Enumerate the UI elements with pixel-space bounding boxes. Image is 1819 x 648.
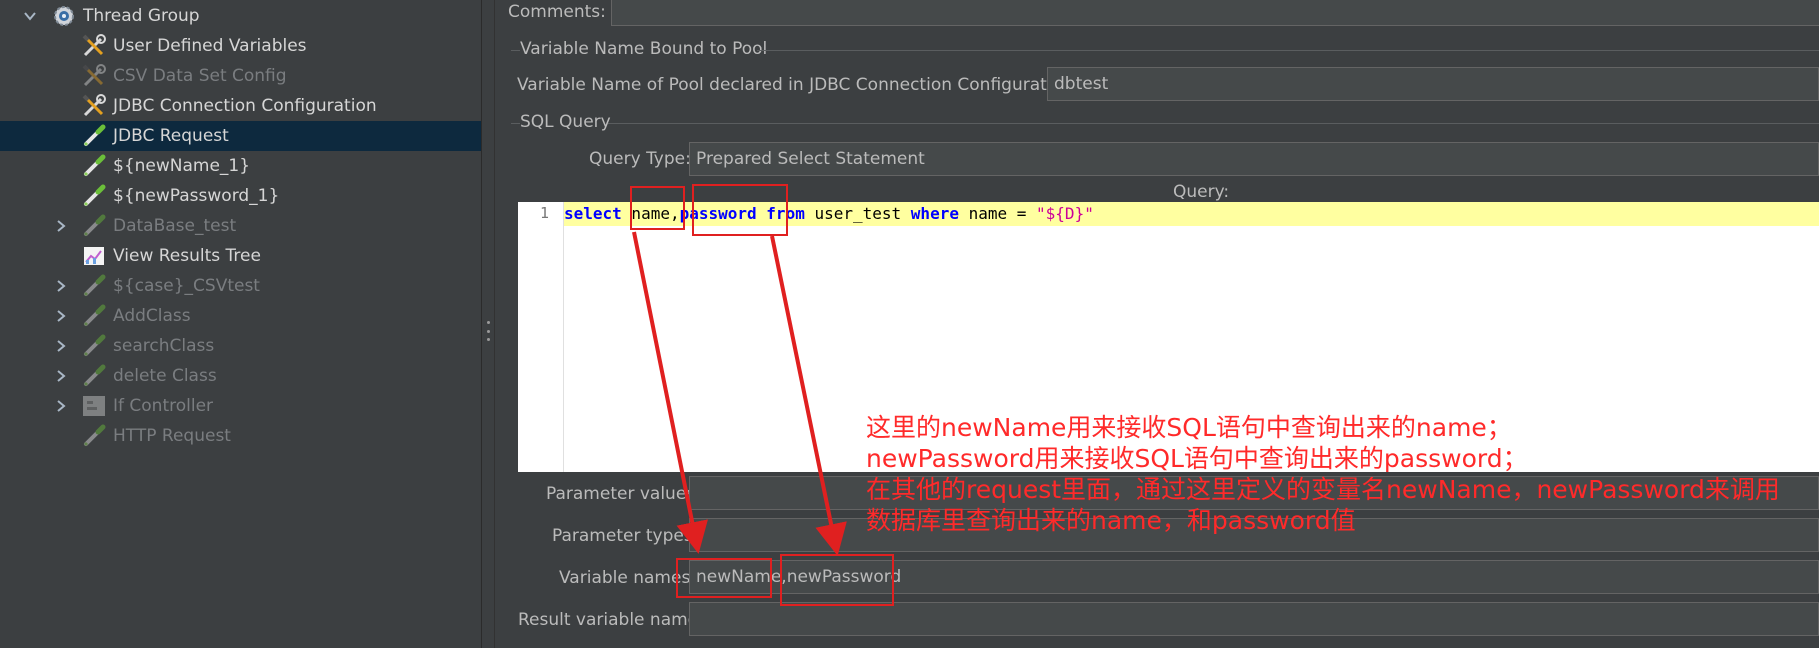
- result-variable-field[interactable]: [689, 602, 1819, 636]
- highlight-password-box: [692, 184, 788, 236]
- tree-item[interactable]: CSV Data Set Config: [0, 61, 481, 91]
- pipette-icon: [80, 422, 108, 450]
- pipette-icon: [80, 212, 108, 240]
- pool-group-line-right: [757, 50, 1819, 51]
- chart-icon: [80, 242, 108, 270]
- sql-group-line-right: [608, 123, 1819, 124]
- line-number: 1: [539, 204, 549, 222]
- tree-item[interactable]: ${newPassword_1}: [0, 181, 481, 211]
- splitter-grip-icon[interactable]: [485, 321, 491, 341]
- pipette-icon: [80, 332, 108, 360]
- pool-name-field[interactable]: dbtest: [1047, 67, 1819, 101]
- sql-group-line-left: [511, 123, 520, 124]
- result-variable-label: Result variable name:: [518, 610, 704, 630]
- wrench-screwdriver-icon: [80, 92, 108, 120]
- highlight-newname-box: [676, 558, 772, 598]
- tree-item-label: AddClass: [113, 306, 191, 326]
- tree-item[interactable]: HTTP Request: [0, 421, 481, 451]
- chevron-right-icon[interactable]: [54, 279, 68, 293]
- tree-item[interactable]: AddClass: [0, 301, 481, 331]
- pool-group-line-left: [511, 50, 520, 51]
- tree-item-label: HTTP Request: [113, 426, 231, 446]
- tree-item[interactable]: ${newName_1}: [0, 151, 481, 181]
- annotation-line: newPassword用来接收SQL语句中查询出来的password；: [866, 444, 1528, 473]
- pipette-icon: [80, 362, 108, 390]
- tree-item[interactable]: User Defined Variables: [0, 31, 481, 61]
- code-gutter: 1: [518, 202, 564, 472]
- tree-item-label: CSV Data Set Config: [113, 66, 287, 86]
- tree-item[interactable]: delete Class: [0, 361, 481, 391]
- tree-item[interactable]: JDBC Connection Configuration: [0, 91, 481, 121]
- pipette-icon: [80, 272, 108, 300]
- tree-item-label: ${newName_1}: [113, 156, 251, 176]
- pool-name-label: Variable Name of Pool declared in JDBC C…: [517, 75, 1079, 95]
- tree-item-label: delete Class: [113, 366, 217, 386]
- comments-field[interactable]: [611, 0, 1819, 26]
- pipette-icon: [80, 182, 108, 210]
- annotation-line: 在其他的request里面，通过这里定义的变量名newName，newPassw…: [866, 475, 1780, 504]
- tree-item-label: JDBC Connection Configuration: [113, 96, 377, 116]
- sql-text: user_test: [804, 204, 911, 223]
- tree-item-label: View Results Tree: [113, 246, 261, 266]
- annotation-note: 这里的newName用来接收SQL语句中查询出来的name； newPasswo…: [866, 412, 1780, 536]
- tree-item-label: ${case}_CSVtest: [113, 276, 260, 296]
- tree-item[interactable]: JDBC Request: [0, 121, 481, 151]
- tree-item-label: DataBase_test: [113, 216, 237, 236]
- parameter-types-label: Parameter types:: [552, 526, 699, 546]
- pool-group-title: Variable Name Bound to Pool: [520, 39, 768, 59]
- tree-item-label: JDBC Request: [113, 126, 229, 146]
- tree-item-label: searchClass: [113, 336, 215, 356]
- pipette-icon: [80, 302, 108, 330]
- highlight-newpassword-box: [780, 554, 894, 606]
- tree-item-label: Thread Group: [83, 6, 200, 26]
- sql-string: "${D}": [1036, 204, 1094, 223]
- tree-item-label: ${newPassword_1}: [113, 186, 280, 206]
- sql-keyword: where: [910, 204, 959, 223]
- gear-icon: [50, 2, 78, 30]
- panel-splitter[interactable]: [482, 0, 495, 648]
- tree-item[interactable]: searchClass: [0, 331, 481, 361]
- pipette-icon: [80, 122, 108, 150]
- query-label: Query:: [1173, 182, 1230, 202]
- tree-item[interactable]: Thread Group: [0, 1, 481, 31]
- chevron-right-icon[interactable]: [54, 399, 68, 413]
- wrench-screwdriver-icon: [80, 62, 108, 90]
- chevron-right-icon[interactable]: [54, 309, 68, 323]
- query-type-label: Query Type:: [589, 149, 691, 169]
- annotation-line: 数据库里查询出来的name，和password值: [866, 506, 1356, 535]
- tree-item[interactable]: DataBase_test: [0, 211, 481, 241]
- tree-item[interactable]: If Controller: [0, 391, 481, 421]
- sql-keyword: select: [564, 204, 622, 223]
- tree-item[interactable]: View Results Tree: [0, 241, 481, 271]
- controller-icon: [80, 392, 108, 420]
- comments-label: Comments:: [508, 2, 606, 22]
- tree-item-label: If Controller: [113, 396, 214, 416]
- query-type-select[interactable]: Prepared Select Statement: [689, 142, 1819, 176]
- annotation-line: 这里的newName用来接收SQL语句中查询出来的name；: [866, 413, 1512, 442]
- pipette-icon: [80, 152, 108, 180]
- chevron-down-icon[interactable]: [23, 9, 37, 23]
- chevron-right-icon[interactable]: [54, 339, 68, 353]
- test-plan-tree: Thread Group User Defined Variables CSV Da…: [0, 0, 482, 648]
- chevron-right-icon[interactable]: [54, 219, 68, 233]
- parameter-values-label: Parameter values:: [546, 484, 701, 504]
- wrench-screwdriver-icon: [80, 32, 108, 60]
- highlight-name-box: [630, 186, 685, 230]
- tree-item[interactable]: ${case}_CSVtest: [0, 271, 481, 301]
- chevron-right-icon[interactable]: [54, 369, 68, 383]
- tree-item-label: User Defined Variables: [113, 36, 307, 56]
- sql-group-title: SQL Query: [520, 112, 611, 132]
- sql-text: name =: [958, 204, 1037, 223]
